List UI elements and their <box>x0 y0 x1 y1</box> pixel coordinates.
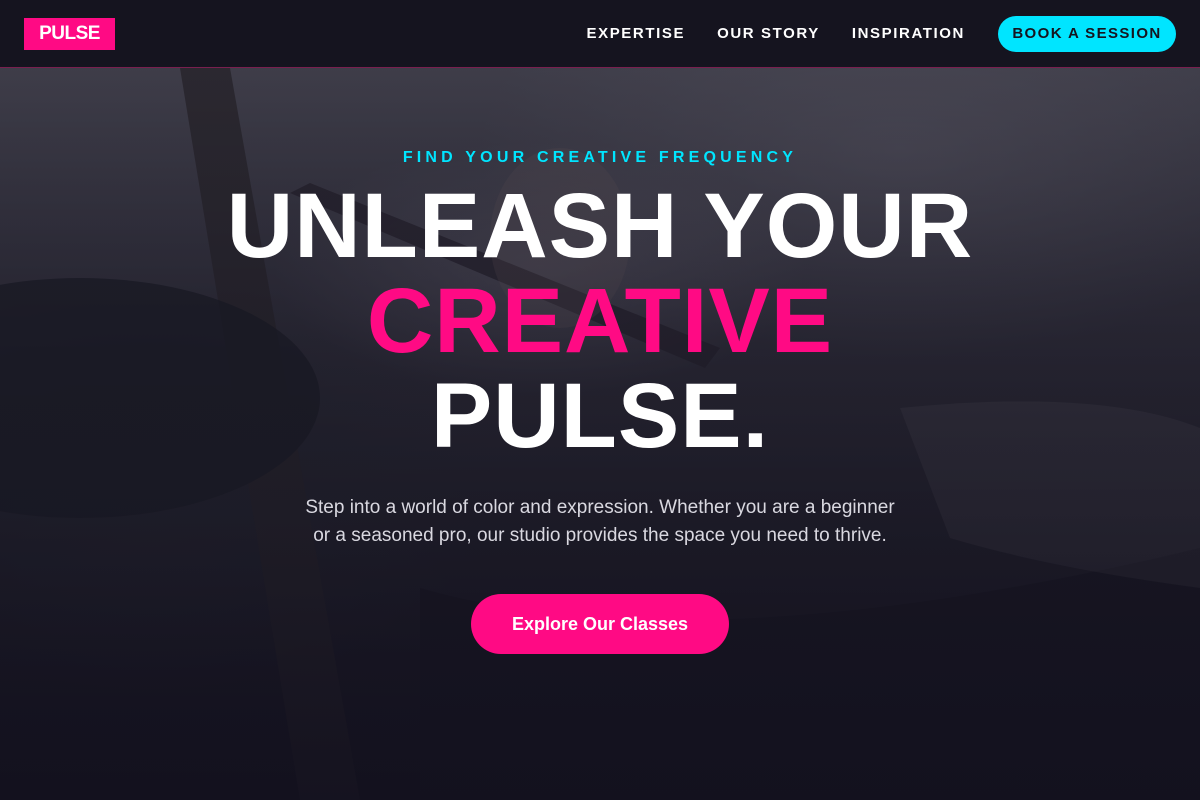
book-session-button[interactable]: BOOK A SESSION <box>998 15 1176 52</box>
headline-line-1: UNLEASH YOUR <box>226 175 974 277</box>
site-header: PULSE EXPERTISE OUR STORY INSPIRATION BO… <box>0 0 1200 68</box>
hero-description-line-1: Step into a world of color and expressio… <box>305 497 895 518</box>
hero-section: FIND YOUR CREATIVE FREQUENCY UNLEASH YOU… <box>0 68 1200 800</box>
pulse-logo[interactable]: PULSE <box>24 17 115 50</box>
nav-link-our-story[interactable]: OUR STORY <box>717 25 820 42</box>
nav-link-inspiration[interactable]: INSPIRATION <box>852 25 965 42</box>
headline-line-2: CREATIVE <box>366 270 834 372</box>
hero-description-line-2: or a seasoned pro, our studio provides t… <box>313 525 887 546</box>
headline-line-3: PULSE. <box>430 365 770 467</box>
nav-link-expertise[interactable]: EXPERTISE <box>586 25 685 42</box>
explore-classes-button[interactable]: Explore Our Classes <box>471 594 729 654</box>
hero-eyebrow: FIND YOUR CREATIVE FREQUENCY <box>402 149 798 166</box>
hero-headline: UNLEASH YOUR CREATIVE PULSE. <box>227 179 973 464</box>
main-nav: EXPERTISE OUR STORY INSPIRATION BOOK A S… <box>586 15 1176 52</box>
page: PULSE EXPERTISE OUR STORY INSPIRATION BO… <box>0 0 1200 800</box>
hero-description: Step into a world of color and expressio… <box>250 494 950 550</box>
